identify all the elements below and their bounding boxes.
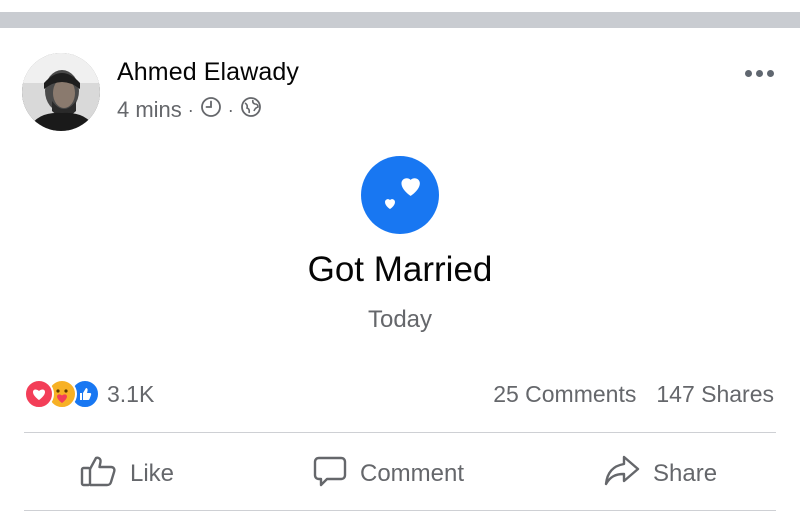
post-time[interactable]: 4 mins <box>117 97 182 123</box>
more-options-icon[interactable] <box>745 70 774 77</box>
more-dot <box>745 70 752 77</box>
author-name[interactable]: Ahmed Elawady <box>117 58 299 87</box>
divider-bottom <box>24 510 776 511</box>
life-event-date: Today <box>367 306 433 333</box>
globe-icon[interactable] <box>240 96 262 124</box>
share-label: Share <box>653 460 718 487</box>
more-dot <box>756 70 763 77</box>
like-label: Like <box>130 460 175 487</box>
comment-label: Comment <box>360 460 465 487</box>
feed-separator <box>0 0 800 28</box>
reactions-summary[interactable]: 3.1K <box>24 379 154 409</box>
thumbs-up-icon <box>80 453 118 496</box>
meta-separator: · <box>187 99 194 120</box>
clock-icon <box>200 96 222 124</box>
shares-count[interactable]: 147 Shares <box>656 381 774 408</box>
comment-button[interactable]: Comment <box>312 446 464 502</box>
divider-top <box>24 432 776 433</box>
share-arrow-icon <box>603 453 641 496</box>
meta-separator: · <box>227 99 234 120</box>
separator-bar <box>0 12 800 28</box>
reaction-count: 3.1K <box>107 380 155 407</box>
comment-bubble-icon <box>312 453 348 496</box>
avatar[interactable] <box>22 53 100 131</box>
avatar-photo <box>22 53 100 131</box>
post-meta: 4 mins · · <box>117 96 262 124</box>
life-event-title: Got Married <box>307 250 493 289</box>
love-reaction-icon <box>24 379 54 409</box>
like-button[interactable]: Like <box>80 446 174 502</box>
share-button[interactable]: Share <box>603 446 717 502</box>
action-bar: Like Comment Share <box>0 446 800 502</box>
more-dot <box>767 70 774 77</box>
engagement-counts: 25 Comments 147 Shares <box>493 381 774 408</box>
comments-count[interactable]: 25 Comments <box>493 381 636 408</box>
post-card: Ahmed Elawady 4 mins · · Got Married Tod… <box>0 28 800 515</box>
hearts-icon <box>361 156 439 234</box>
